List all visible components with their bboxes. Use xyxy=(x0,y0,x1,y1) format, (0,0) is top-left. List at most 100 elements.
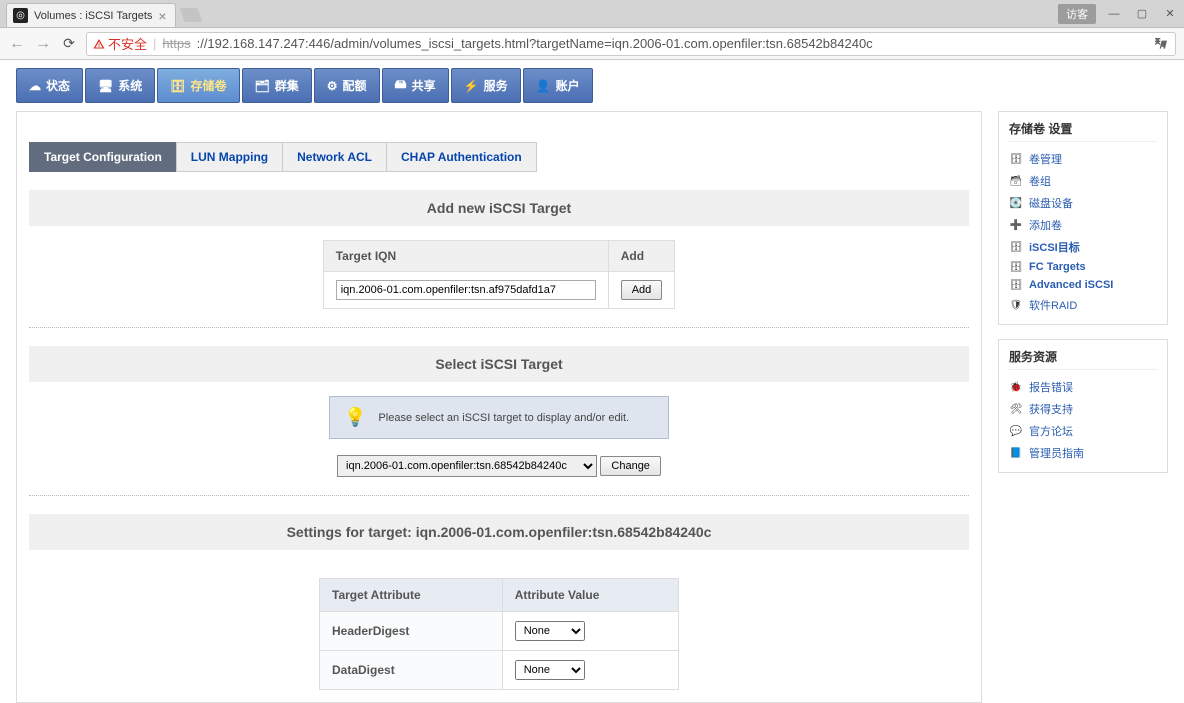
attr-name: DataDigest xyxy=(320,651,503,690)
sidebar: 存储卷 设置 🗄 卷管理 🗃 卷组 💽 磁盘设备 ➕添加卷 🗄 iSCSI目标 🗄FC Targe… xyxy=(998,111,1168,473)
sidebar-item-icon: 💽 xyxy=(1009,197,1023,209)
main-content: Target ConfigurationLUN MappingNetwork A… xyxy=(16,111,982,703)
subtab-network-acl[interactable]: Network ACL xyxy=(282,142,386,172)
attr-value-select[interactable]: None xyxy=(515,660,585,680)
col-value: Attribute Value xyxy=(502,579,678,612)
sidebar-item[interactable]: 🗄 iSCSI目标 xyxy=(1009,236,1157,258)
sidebar-item-link[interactable]: 添加卷 xyxy=(1029,217,1062,233)
target-iqn-input[interactable] xyxy=(336,280,596,300)
topnav-tab-配额[interactable]: ⚙配额 xyxy=(314,68,380,103)
topnav-icon: 🗂 xyxy=(255,79,270,93)
sidebar-item-link[interactable]: 官方论坛 xyxy=(1029,423,1073,439)
lightbulb-icon: 💡 xyxy=(344,407,366,428)
select-info-text: Please select an iSCSI target to display… xyxy=(378,412,629,424)
divider xyxy=(29,327,969,328)
url-scheme: https xyxy=(162,36,190,51)
topnav-label: 共享 xyxy=(412,77,436,94)
attr-value-select[interactable]: None xyxy=(515,621,585,641)
top-nav: ☁状态🖥系统 🗄 存储卷 🗂 群集 ⚙配额 🖴 共享 ⚡服务 👤 账户 xyxy=(16,68,1168,103)
topnav-icon: 👤 xyxy=(536,79,551,93)
topnav-icon: ⚡ xyxy=(464,79,479,93)
divider xyxy=(29,495,969,496)
sidebar-item-link[interactable]: 卷组 xyxy=(1029,173,1051,189)
subtab-chap-authentication[interactable]: CHAP Authentication xyxy=(386,142,537,172)
visitor-badge[interactable]: 访客 xyxy=(1058,4,1096,24)
col-attribute: Target Attribute xyxy=(320,579,503,612)
tab-title: Volumes : iSCSI Targets xyxy=(34,10,152,22)
sidebar-item[interactable]: 🛠获得支持 xyxy=(1009,398,1157,420)
iqn-header: Target IQN xyxy=(323,241,608,272)
subtab-bar: Target ConfigurationLUN MappingNetwork A… xyxy=(29,142,969,172)
target-select[interactable]: iqn.2006-01.com.openfiler:tsn.68542b8424… xyxy=(337,455,597,477)
add-target-heading: Add new iSCSI Target xyxy=(29,190,969,226)
insecure-warning: 不安全 xyxy=(93,34,147,53)
topnav-tab-账户[interactable]: 👤 账户 xyxy=(523,68,593,103)
topnav-tab-存储卷[interactable]: 🗄 存储卷 xyxy=(157,68,239,103)
window-minimize-icon[interactable]: — xyxy=(1100,4,1128,24)
table-row: DataDigest None xyxy=(320,651,679,690)
select-info-box: 💡 Please select an iSCSI target to displ… xyxy=(329,396,669,439)
attr-name: HeaderDigest xyxy=(320,612,503,651)
sidebar-item[interactable]: 📘 管理员指南 xyxy=(1009,442,1157,464)
sidebar-item-icon: 🗄 xyxy=(1009,241,1023,253)
subtab-lun-mapping[interactable]: LUN Mapping xyxy=(176,142,282,172)
topnav-label: 系统 xyxy=(118,77,142,94)
sidebar-item-icon: 📘 xyxy=(1009,447,1023,459)
sidebar-item-link[interactable]: 获得支持 xyxy=(1029,401,1073,417)
sidebar-item-link[interactable]: 卷管理 xyxy=(1029,151,1062,167)
sidebar-item-link[interactable]: 报告错误 xyxy=(1029,379,1073,395)
sidebar-item-link[interactable]: 磁盘设备 xyxy=(1029,195,1073,211)
new-tab-button[interactable] xyxy=(179,8,202,22)
sidebar-volumes-title: 存储卷 设置 xyxy=(1009,120,1157,142)
browser-nav-bar: ← → ⟳ 不安全 | https://192.168.147.247:446/… xyxy=(0,28,1184,60)
topnav-tab-共享[interactable]: 🖴 共享 xyxy=(382,68,449,103)
sidebar-item[interactable]: 💽 磁盘设备 xyxy=(1009,192,1157,214)
url-text: ://192.168.147.247:446/admin/volumes_isc… xyxy=(197,36,873,51)
select-target-heading: Select iSCSI Target xyxy=(29,346,969,382)
subtab-target-configuration[interactable]: Target Configuration xyxy=(29,142,176,172)
address-bar[interactable]: 不安全 | https ://192.168.147.247:446/admin/… xyxy=(86,32,1176,56)
sidebar-item[interactable]: 🗄Advanced iSCSI xyxy=(1009,276,1157,294)
translate-icon[interactable] xyxy=(1153,36,1169,52)
topnav-tab-服务[interactable]: ⚡服务 xyxy=(451,68,521,103)
sidebar-item-icon: 🗄 xyxy=(1009,153,1023,165)
sidebar-item[interactable]: 🛡软件RAID xyxy=(1009,294,1157,316)
topnav-label: 账户 xyxy=(556,77,580,94)
topnav-icon: 🗄 xyxy=(170,79,185,93)
window-close-icon[interactable]: ✕ xyxy=(1156,4,1184,24)
sidebar-item-link[interactable]: 软件RAID xyxy=(1029,297,1077,313)
nav-back-icon[interactable]: ← xyxy=(8,35,26,53)
sidebar-item-link[interactable]: Advanced iSCSI xyxy=(1029,279,1113,291)
topnav-label: 状态 xyxy=(46,77,70,94)
sidebar-item[interactable]: 🐞报告错误 xyxy=(1009,376,1157,398)
change-button[interactable]: Change xyxy=(600,456,661,476)
table-row: HeaderDigest None xyxy=(320,612,679,651)
add-button[interactable]: Add xyxy=(621,280,663,300)
url-separator: | xyxy=(153,36,156,51)
topnav-icon: ⚙ xyxy=(327,79,338,93)
sidebar-item[interactable]: 🗄 卷管理 xyxy=(1009,148,1157,170)
browser-tab-strip: ◎ Volumes : iSCSI Targets × 访客 — ▢ ✕ xyxy=(0,0,1184,28)
topnav-label: 群集 xyxy=(275,77,299,94)
topnav-icon: 🖴 xyxy=(395,75,407,96)
sidebar-item[interactable]: ➕添加卷 xyxy=(1009,214,1157,236)
settings-heading: Settings for target: iqn.2006-01.com.ope… xyxy=(29,514,969,550)
sidebar-item[interactable]: 💬官方论坛 xyxy=(1009,420,1157,442)
nav-reload-icon[interactable]: ⟳ xyxy=(60,35,78,53)
sidebar-item-link[interactable]: FC Targets xyxy=(1029,261,1086,273)
sidebar-volumes-box: 存储卷 设置 🗄 卷管理 🗃 卷组 💽 磁盘设备 ➕添加卷 🗄 iSCSI目标 🗄FC Targe… xyxy=(998,111,1168,325)
settings-table: Target Attribute Attribute Value HeaderD… xyxy=(319,578,679,690)
sidebar-item-icon: 🗃 xyxy=(1009,175,1023,187)
window-maximize-icon[interactable]: ▢ xyxy=(1128,4,1156,24)
topnav-tab-群集[interactable]: 🗂 群集 xyxy=(242,68,312,103)
add-header: Add xyxy=(608,241,675,272)
sidebar-item-link[interactable]: 管理员指南 xyxy=(1029,445,1084,461)
sidebar-item-link[interactable]: iSCSI目标 xyxy=(1029,239,1080,255)
topnav-label: 存储卷 xyxy=(191,77,227,94)
topnav-tab-状态[interactable]: ☁状态 xyxy=(16,68,83,103)
sidebar-item[interactable]: 🗃 卷组 xyxy=(1009,170,1157,192)
sidebar-item[interactable]: 🗄FC Targets xyxy=(1009,258,1157,276)
topnav-tab-系统[interactable]: 🖥系统 xyxy=(85,68,155,103)
browser-tab[interactable]: ◎ Volumes : iSCSI Targets × xyxy=(6,3,176,27)
tab-close-icon[interactable]: × xyxy=(158,8,166,24)
